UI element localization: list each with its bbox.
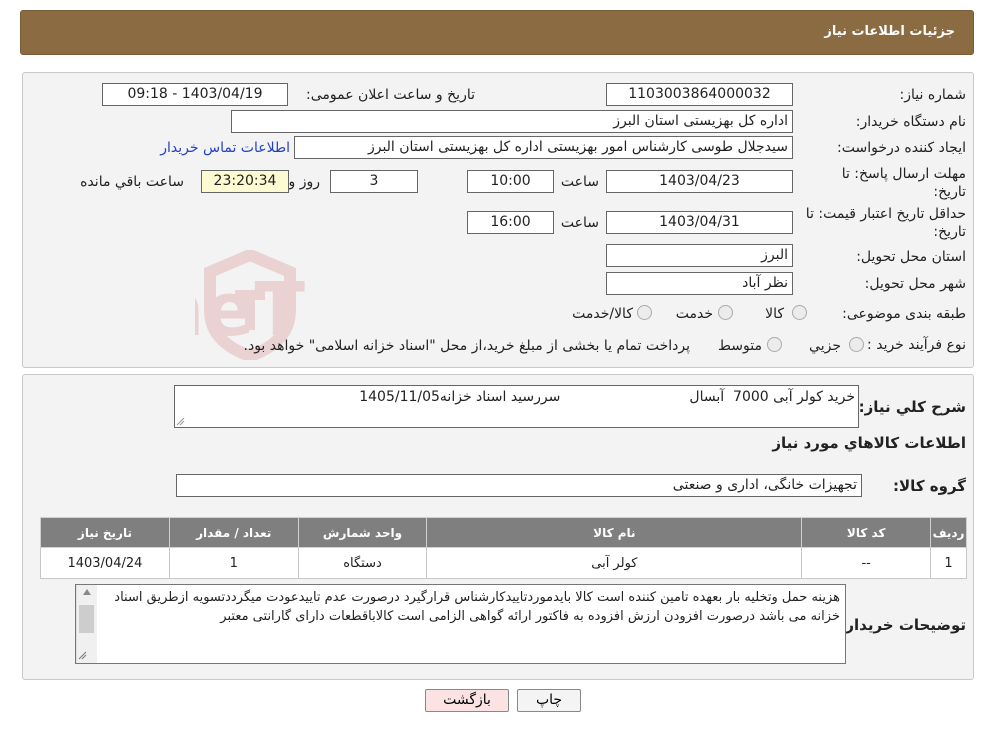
col-name: نام کالا: [426, 517, 803, 548]
remaining-time-field: 23:20:34: [201, 170, 289, 193]
purchase-radio-minor[interactable]: [849, 337, 864, 352]
days-field: 3: [330, 170, 418, 193]
cell-row: 1: [930, 547, 967, 579]
category-option-goods: کالا: [765, 306, 784, 322]
need-number-label: شماره نیاز:: [899, 87, 967, 103]
description-field: خرید کولر آبی 7000 آبسال سررسید اسناد خز…: [174, 385, 859, 428]
group-label: گروه کالا:: [893, 477, 966, 495]
resize-grip-icon[interactable]: [78, 651, 87, 660]
scroll-up-icon[interactable]: [83, 589, 91, 595]
city-label: شهر محل تحویل:: [864, 276, 966, 292]
buyer-org-field: اداره کل بهزیستی استان البرز: [231, 110, 793, 133]
buyer-contact-link[interactable]: اطلاعات تماس خریدار: [160, 140, 290, 156]
col-qty: تعداد / مقدار: [168, 517, 299, 548]
category-radio-goods[interactable]: [792, 305, 807, 320]
items-table: ردیف کد کالا نام کالا واحد شمارش تعداد /…: [40, 517, 967, 579]
deadline-time-label: ساعت: [560, 174, 599, 190]
city-field: نظر آباد: [606, 272, 793, 295]
purchase-radio-medium[interactable]: [767, 337, 782, 352]
col-unit: واحد شمارش: [297, 517, 428, 548]
purchase-option-minor: جزیي: [809, 338, 841, 354]
creator-field: سیدجلال طوسی کارشناس امور بهزیستی اداره …: [294, 136, 793, 159]
items-heading: اطلاعات کالاهاي مورد نیاز: [772, 434, 966, 452]
col-date: تاریخ نیاز: [40, 517, 170, 548]
page-header: جزئیات اطلاعات نیاز: [20, 10, 974, 55]
notes-label: توضیحات خریدار:: [839, 616, 966, 634]
deadline-time-field: 10:00: [467, 170, 554, 193]
purchase-option-medium: متوسط: [718, 338, 762, 354]
notes-textarea[interactable]: هزینه حمل وتخلیه بار بعهده تامین کننده ا…: [75, 584, 846, 664]
purchase-type-label: نوع فرآیند خرید :: [867, 337, 966, 353]
deadline-date-field: 1403/04/23: [606, 170, 793, 193]
cell-unit: دستگاه: [297, 547, 428, 579]
category-option-service: خدمت: [675, 306, 713, 322]
cell-name: کولر آبی: [426, 547, 803, 579]
back-button[interactable]: بازگشت: [425, 689, 509, 712]
col-code: کد کالا: [801, 517, 932, 548]
validity-date-field: 1403/04/31: [606, 211, 793, 234]
resize-handle-icon[interactable]: [176, 417, 185, 426]
buyer-org-label: نام دستگاه خریدار:: [855, 114, 966, 130]
group-field: تجهیزات خانگی، اداری و صنعتی: [176, 474, 862, 497]
notes-scrollbar[interactable]: [76, 585, 97, 663]
validity-label: حداقل تاریخ اعتبار قیمت: تا تاریخ:: [805, 206, 966, 240]
category-radio-service[interactable]: [718, 305, 733, 320]
description-label: شرح کلي نیاز:: [858, 398, 966, 416]
province-label: استان محل تحویل:: [856, 249, 966, 265]
scroll-thumb[interactable]: [79, 605, 94, 633]
purchase-note: پرداخت تمام یا بخشی از مبلغ خرید،از محل …: [243, 338, 690, 354]
cell-code: --: [801, 547, 932, 579]
need-number-field: 1103003864000032: [606, 83, 793, 106]
table-row: 1 -- کولر آبی دستگاه 1 1403/04/24: [40, 547, 967, 579]
creator-label: ایجاد کننده درخواست:: [837, 140, 966, 156]
days-label: روز و: [288, 174, 321, 190]
table-header-row: ردیف کد کالا نام کالا واحد شمارش تعداد /…: [40, 517, 967, 548]
cell-qty: 1: [168, 547, 299, 579]
announce-field: 1403/04/19 - 09:18: [102, 83, 288, 106]
province-field: البرز: [606, 244, 793, 267]
col-row: ردیف: [930, 517, 967, 548]
announce-label: تاریخ و ساعت اعلان عمومی:: [306, 87, 475, 103]
category-option-both: کالا/خدمت: [572, 306, 633, 322]
deadline-label: مهلت ارسال پاسخ: تا تاریخ:: [841, 166, 966, 200]
category-radio-both[interactable]: [637, 305, 652, 320]
print-button[interactable]: چاپ: [517, 689, 581, 712]
validity-time-field: 16:00: [467, 211, 554, 234]
validity-time-label: ساعت: [560, 215, 599, 231]
cell-date: 1403/04/24: [40, 547, 170, 579]
remaining-label: ساعت باقي مانده: [80, 174, 184, 190]
category-label: طبقه بندی موضوعی:: [842, 306, 966, 322]
page-title: جزئیات اطلاعات نیاز: [824, 24, 955, 39]
